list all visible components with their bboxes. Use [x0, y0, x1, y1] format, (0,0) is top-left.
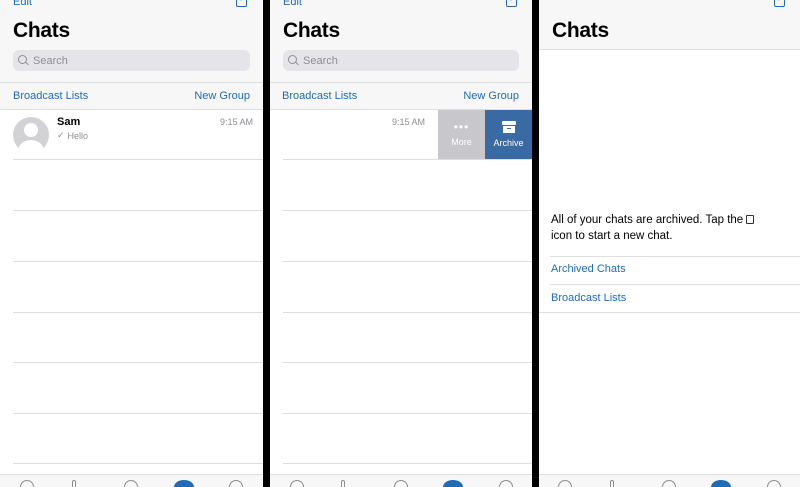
compose-icon[interactable] [236, 0, 247, 7]
search-input[interactable]: Search [13, 50, 250, 71]
tab-status-icon[interactable] [290, 480, 304, 487]
row-divider [283, 159, 532, 160]
empty-message-start: All of your chats are archived. Tap the [551, 214, 744, 226]
tab-camera-icon[interactable] [124, 480, 138, 487]
row-divider [283, 210, 532, 211]
row-divider [283, 312, 532, 313]
tab-calls-icon[interactable] [72, 480, 76, 487]
page-title: Chats [283, 19, 340, 42]
row-divider [283, 463, 532, 464]
more-button[interactable]: ••• More [438, 110, 485, 159]
new-group-link[interactable]: New Group [463, 90, 519, 102]
chat-preview[interactable]: ✓ Hello [57, 130, 88, 141]
page-title: Chats [13, 19, 70, 42]
divider [550, 284, 800, 285]
chat-list [270, 110, 532, 487]
search-input[interactable]: Search [283, 50, 519, 71]
tab-camera-icon[interactable] [662, 480, 676, 487]
chats-screen-1: Edit Chats Search Broadcast Lists New Gr… [0, 0, 263, 487]
page-title: Chats [552, 19, 609, 42]
divider [539, 312, 800, 313]
new-group-link[interactable]: New Group [194, 90, 250, 102]
tab-chats-icon[interactable] [443, 480, 463, 487]
row-divider [13, 362, 263, 363]
tab-settings-icon[interactable] [499, 480, 513, 487]
chats-screen-2: Edit Chats Search Broadcast Lists New Gr… [270, 0, 532, 487]
chats-screen-archived: Chats All of your chats are archived. Ta… [539, 0, 800, 487]
row-divider [283, 413, 532, 414]
row-divider [13, 261, 263, 262]
chat-time: 9:15 AM [219, 117, 253, 127]
compose-icon[interactable] [774, 0, 785, 7]
more-label: More [451, 136, 472, 147]
tab-bar [539, 474, 800, 487]
row-divider [13, 210, 263, 211]
tab-settings-icon[interactable] [767, 480, 781, 487]
edit-button[interactable]: Edit [13, 0, 32, 8]
row-divider [283, 261, 532, 262]
edit-button[interactable]: Edit [283, 0, 302, 8]
chat-message: Hello [67, 130, 89, 141]
compose-icon[interactable] [506, 0, 517, 7]
archive-icon [501, 121, 516, 133]
row-divider [13, 312, 263, 313]
avatar[interactable] [13, 117, 49, 153]
tab-bar [270, 474, 532, 487]
check-icon: ✓ [57, 130, 65, 140]
divider [539, 49, 800, 50]
archive-label: Archive [493, 138, 524, 148]
tab-calls-icon[interactable] [610, 480, 614, 487]
chat-name[interactable]: Sam [57, 116, 80, 128]
chat-list [0, 110, 263, 487]
broadcast-lists-link[interactable]: Broadcast Lists [282, 90, 357, 102]
tab-status-icon[interactable] [20, 480, 34, 487]
tab-chats-icon[interactable] [711, 480, 731, 487]
broadcast-lists-link[interactable]: Broadcast Lists [551, 292, 626, 304]
divider [0, 109, 263, 110]
row-divider [13, 463, 263, 464]
chat-time: 9:15 AM [392, 117, 426, 127]
empty-message: All of your chats are archived. Tap the … [551, 212, 781, 244]
more-dots-icon: ••• [453, 119, 470, 134]
row-divider [283, 362, 532, 363]
empty-state [539, 50, 800, 474]
broadcast-lists-link[interactable]: Broadcast Lists [13, 90, 88, 102]
tab-camera-icon[interactable] [394, 480, 408, 487]
divider [550, 256, 800, 257]
compose-icon [746, 215, 755, 224]
row-divider [13, 413, 263, 414]
search-placeholder: Search [33, 54, 68, 67]
tab-chats-icon[interactable] [174, 480, 194, 487]
tab-status-icon[interactable] [558, 480, 572, 487]
divider [270, 82, 532, 83]
tab-settings-icon[interactable] [229, 480, 243, 487]
divider [0, 82, 263, 83]
row-divider [13, 159, 263, 160]
archive-button[interactable]: Archive [485, 110, 532, 159]
tab-calls-icon[interactable] [341, 480, 345, 487]
search-icon [18, 55, 29, 66]
archived-chats-link[interactable]: Archived Chats [551, 263, 626, 275]
search-placeholder: Search [303, 54, 338, 67]
empty-message-end: icon to start a new chat. [551, 230, 673, 242]
tab-bar [0, 474, 263, 487]
search-icon [288, 55, 299, 66]
